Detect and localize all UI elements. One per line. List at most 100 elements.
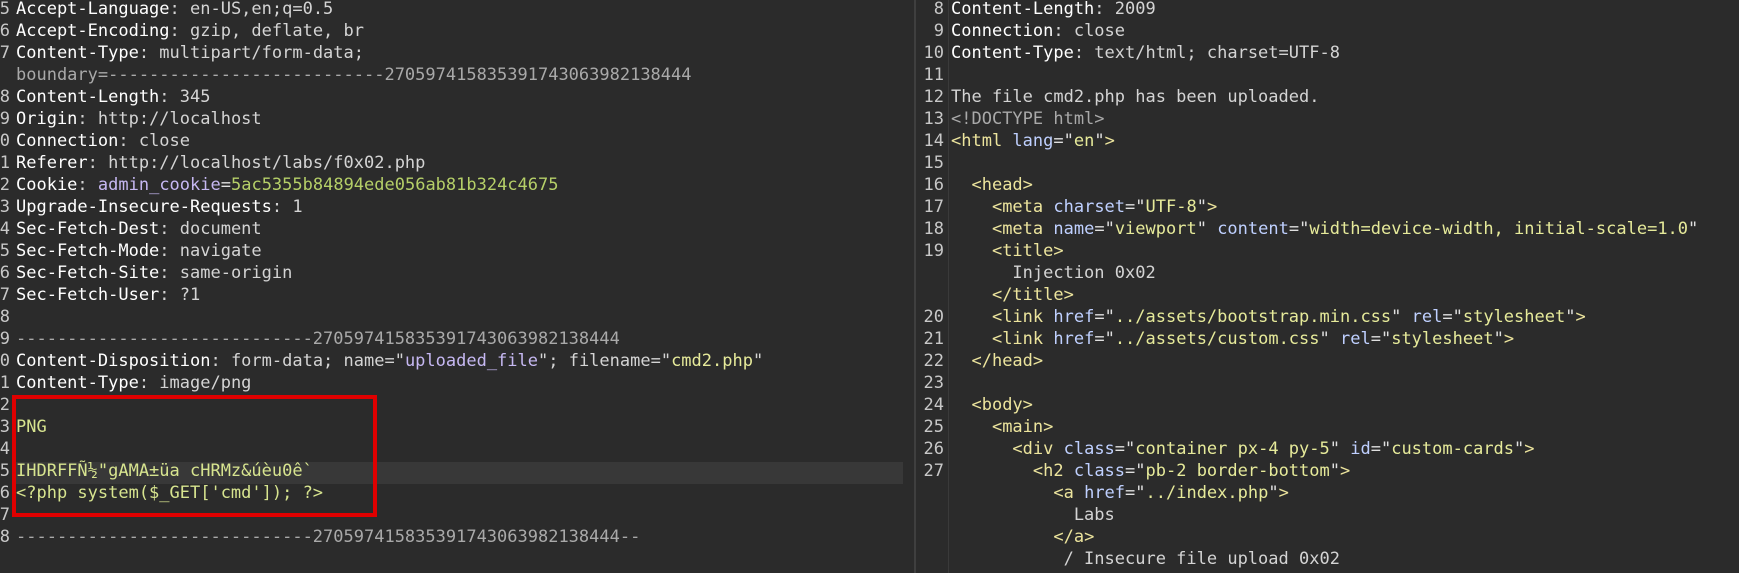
request-line[interactable]: 7 Sec-Fetch-User: ?1: [0, 284, 915, 306]
request-line[interactable]: 8 Content-Length: 345: [0, 86, 915, 108]
response-line-code: <html lang="en">: [951, 130, 1115, 152]
request-line[interactable]: 9 Origin: http://localhost: [0, 108, 915, 130]
line-number: 1: [0, 373, 10, 393]
html-attr-quote: ": [1493, 329, 1504, 349]
request-line[interactable]: 7 Content-Type: multipart/form-data;: [0, 42, 915, 64]
request-line[interactable]: 5 Sec-Fetch-Mode: navigate: [0, 240, 915, 262]
request-line[interactable]: 3 Upgrade-Insecure-Requests: 1: [0, 196, 915, 218]
request-line[interactable]: 4 Sec-Fetch-Dest: document: [0, 218, 915, 240]
html-attr-quote: =": [1370, 329, 1392, 349]
header-name: Upgrade-Insecure-Requests: [16, 197, 272, 217]
request-editor[interactable]: 5 Accept-Language: en-US,en;q=0.5 6 Accept-…: [0, 0, 915, 573]
response-line[interactable]: 20 <link href="../assets/bootstrap.min.c…: [916, 306, 1739, 328]
response-line[interactable]: Labs: [916, 504, 1739, 526]
request-line[interactable]: 1 Content-Type: image/png: [0, 372, 915, 394]
header-value: : http://localhost: [77, 109, 262, 129]
html-attr-value: stylesheet: [1391, 329, 1494, 349]
response-line[interactable]: Injection 0x02: [916, 262, 1739, 284]
line-number: 14: [923, 131, 944, 151]
response-line[interactable]: 26 <div class="container px-4 py-5" id="…: [916, 438, 1739, 460]
html-attr-quote: =": [1125, 197, 1146, 217]
header-name: Connection: [16, 131, 119, 151]
html-tag: <meta: [991, 197, 1044, 217]
header-name: Content-Disposition: [16, 351, 211, 371]
header-value: : text/html; charset=UTF-8: [1073, 43, 1340, 63]
response-line[interactable]: / Insecure file upload 0x02: [916, 548, 1739, 570]
html-attr-quote: =": [1094, 219, 1115, 239]
html-tag-close: >: [1022, 395, 1033, 415]
response-line[interactable]: 25 <main>: [916, 416, 1739, 438]
request-line[interactable]: 0 Content-Disposition: form-data; name="u…: [0, 350, 915, 372]
response-line[interactable]: 15: [916, 152, 1739, 174]
request-line-code: Sec-Fetch-Dest: document: [16, 218, 262, 240]
html-attr-quote: ": [1688, 219, 1699, 239]
request-line[interactable]: 6 Accept-Encoding: gzip, deflate, br: [0, 20, 915, 42]
html-tag-close: >: [1084, 527, 1095, 547]
response-line[interactable]: 11: [916, 64, 1739, 86]
response-line[interactable]: 22 </head>: [916, 350, 1739, 372]
html-tag-close: >: [1043, 417, 1054, 437]
request-line[interactable]: 5 Accept-Language: en-US,en;q=0.5: [0, 0, 915, 20]
request-line[interactable]: 8: [0, 306, 915, 328]
response-line[interactable]: 13 <!DOCTYPE html>: [916, 108, 1739, 130]
request-line[interactable]: 6 Sec-Fetch-Site: same-origin: [0, 262, 915, 284]
html-tag-close: >: [1278, 483, 1289, 503]
response-line[interactable]: 8 Content-Length: 2009: [916, 0, 1739, 20]
response-line[interactable]: 23: [916, 372, 1739, 394]
line-number: 19: [923, 241, 944, 261]
request-line[interactable]: 2 Cookie: admin_cookie=5ac5355b84894ede05…: [0, 174, 915, 196]
response-line[interactable]: 17 <meta charset="UTF-8">: [916, 196, 1739, 218]
response-line[interactable]: 18 <meta name="viewport" content="width=…: [916, 218, 1739, 240]
line-number: 21: [923, 329, 944, 349]
line-number: 12: [923, 87, 944, 107]
html-tag: </a: [1053, 527, 1085, 547]
response-line-code: <div class="container px-4 py-5" id="cus…: [951, 438, 1534, 460]
response-line-code: <h2 class="pb-2 border-bottom">: [951, 460, 1350, 482]
html-attr-quote: =": [1094, 329, 1115, 349]
request-line[interactable]: boundary=---------------------------2705…: [0, 64, 915, 86]
html-attr-value: ../assets/custom.css: [1114, 329, 1320, 349]
html-attr-name: href: [1043, 329, 1095, 349]
request-line-code: Cookie: admin_cookie=5ac5355b84894ede056…: [16, 174, 559, 196]
html-attr-quote: =": [1114, 439, 1136, 459]
response-line[interactable]: 19 <title>: [916, 240, 1739, 262]
response-line[interactable]: 21 <link href="../assets/custom.css" rel…: [916, 328, 1739, 350]
response-line-code: </a>: [951, 526, 1094, 548]
response-line[interactable]: 16 <head>: [916, 174, 1739, 196]
response-line-code: Labs: [951, 504, 1115, 526]
body-text: Injection 0x02: [951, 263, 1156, 283]
html-attr-value: pb-2 border-bottom: [1145, 461, 1330, 481]
request-line[interactable]: 9 -----------------------------2705974158…: [0, 328, 915, 350]
response-viewer[interactable]: 8 Content-Length: 2009 9 Connection: close 1…: [916, 0, 1739, 573]
response-line[interactable]: 14 <html lang="en">: [916, 130, 1739, 152]
response-line[interactable]: 24 <body>: [916, 394, 1739, 416]
line-number: 15: [923, 153, 944, 173]
line-number: 5: [0, 0, 10, 19]
html-attr-quote: =": [1442, 307, 1463, 327]
response-line[interactable]: </a>: [916, 526, 1739, 548]
body-text: The file cmd2.php has been uploaded.: [951, 87, 1320, 107]
response-line[interactable]: 10 Content-Type: text/html; charset=UTF-8: [916, 42, 1739, 64]
response-line[interactable]: </title>: [916, 284, 1739, 306]
header-name: Content-Length: [16, 87, 160, 107]
html-attr-quote: ": [1268, 483, 1279, 503]
body-text: -----------------------------27059741583…: [16, 527, 641, 547]
response-line[interactable]: <a href="../index.php">: [916, 482, 1739, 504]
response-line[interactable]: 9 Connection: close: [916, 20, 1739, 42]
request-line-code: -----------------------------27059741583…: [16, 328, 620, 350]
response-line-code: <link href="../assets/custom.css" rel="s…: [951, 328, 1514, 350]
line-number: 6: [0, 483, 10, 503]
html-attr-value: width=device-width, initial-scale=1.0: [1309, 219, 1689, 239]
request-line[interactable]: 0 Connection: close: [0, 130, 915, 152]
html-attr-quote: ": [1196, 197, 1207, 217]
response-line[interactable]: 12 The file cmd2.php has been uploaded.: [916, 86, 1739, 108]
request-line[interactable]: 8 -----------------------------2705974158…: [0, 526, 915, 548]
header-name: Sec-Fetch-Dest: [16, 219, 160, 239]
filename-value: cmd2.php: [671, 351, 753, 371]
request-line[interactable]: 1 Referer: http://localhost/labs/f0x02.ph…: [0, 152, 915, 174]
header-value: : navigate: [159, 241, 262, 261]
response-line[interactable]: 27 <h2 class="pb-2 border-bottom">: [916, 460, 1739, 482]
